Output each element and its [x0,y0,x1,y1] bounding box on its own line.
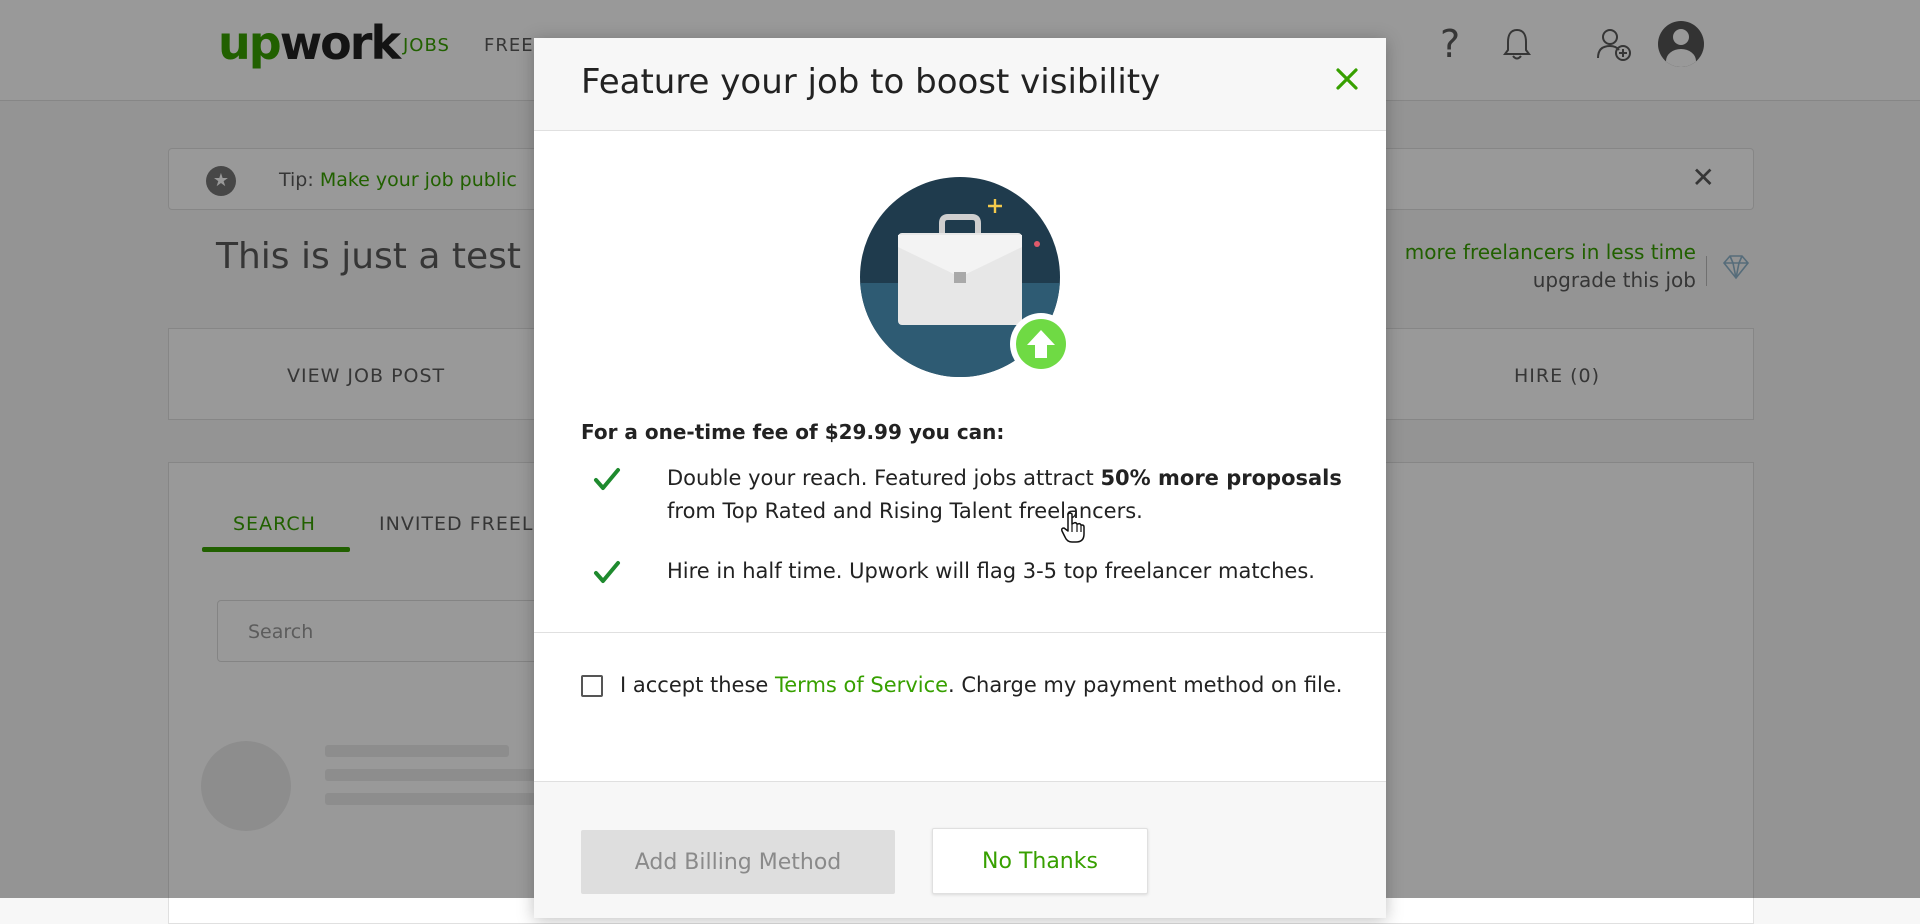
close-icon[interactable] [1330,62,1364,96]
feature-job-modal: Feature your job to boost visibility For… [534,38,1386,918]
accept-terms-checkbox[interactable] [581,675,603,697]
terms-of-service-link[interactable]: Terms of Service [775,673,948,697]
no-thanks-button[interactable]: No Thanks [932,828,1148,894]
modal-header: Feature your job to boost visibility [534,38,1386,131]
accept-terms-label: I accept these Terms of Service. Charge … [620,673,1343,697]
benefit-text: Hire in half time. Upwork will flag 3-5 … [667,559,1315,583]
check-icon [594,468,620,490]
fee-description: For a one-time fee of $29.99 you can: [581,420,1005,444]
modal-title: Feature your job to boost visibility [581,62,1161,102]
check-icon [594,561,620,583]
benefit-text: Double your reach. Featured jobs attract… [667,466,1342,523]
add-billing-method-button[interactable]: Add Billing Method [581,830,895,894]
briefcase-icon [860,177,1072,377]
hand-cursor-icon [1061,512,1085,543]
section-divider [534,632,1386,633]
